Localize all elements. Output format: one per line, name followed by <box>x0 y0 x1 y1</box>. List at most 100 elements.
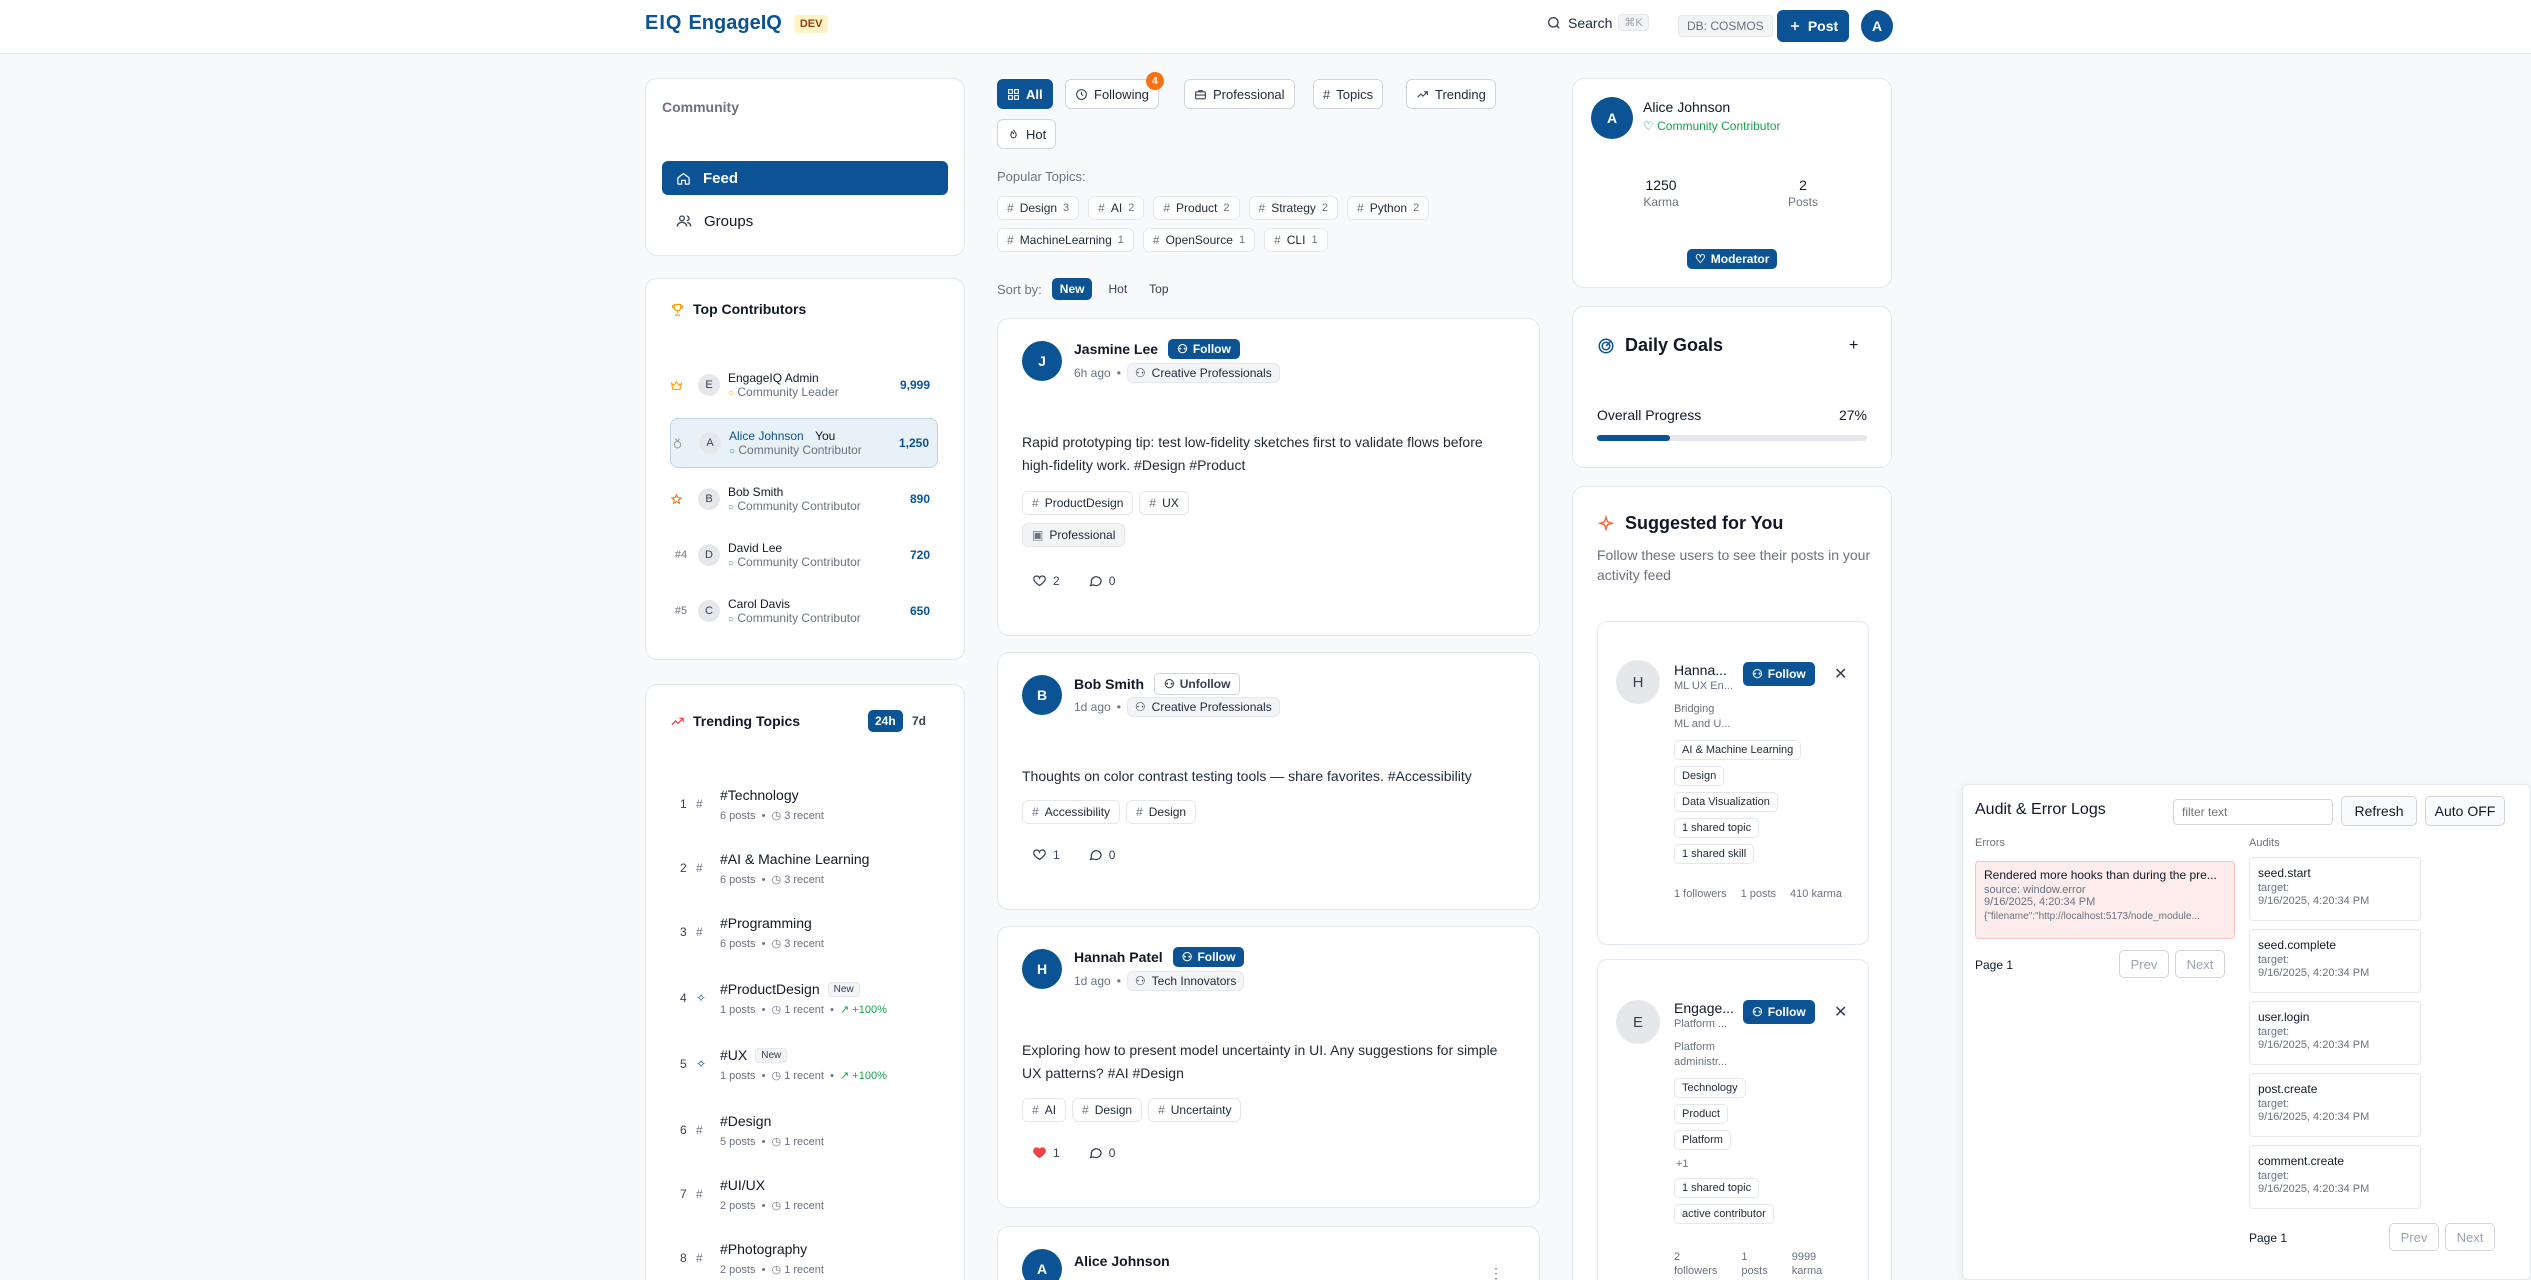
audit-filter-input[interactable] <box>2173 799 2333 825</box>
errors-prev-button[interactable]: Prev <box>2119 950 2169 978</box>
like-button[interactable]: 2 <box>1032 573 1060 588</box>
follow-button[interactable]: ⚇ Follow <box>1743 662 1815 686</box>
topic-chip[interactable]: # OpenSource 1 <box>1142 228 1256 252</box>
trending-item[interactable]: 7 # #UI/UX 2 posts • ◷ 1 recent <box>674 1171 954 1231</box>
audits-next-button[interactable]: Next <box>2445 1223 2495 1251</box>
follow-button[interactable]: ⚇ Follow <box>1168 339 1240 359</box>
contributor-role: Community Contributor <box>738 443 862 457</box>
trending-item[interactable]: 1 # #Technology 6 posts • ◷ 3 recent <box>674 781 954 841</box>
more-options-icon[interactable]: ⋮ <box>1489 1265 1503 1280</box>
topic-chip[interactable]: # MachineLearning 1 <box>997 228 1134 252</box>
group-chip[interactable]: ⚇ Tech Innovators <box>1126 971 1245 991</box>
trending-rank: 2 <box>680 861 687 875</box>
avatar[interactable]: B <box>1022 675 1062 715</box>
post-tag[interactable]: # Accessibility <box>1022 800 1121 824</box>
avatar[interactable]: H <box>1616 660 1660 704</box>
avatar[interactable]: H <box>1022 949 1062 989</box>
trending-item[interactable]: 3 # #Programming 6 posts • ◷ 3 recent <box>674 909 954 969</box>
post-tag[interactable]: # Design <box>1072 1098 1143 1122</box>
contributor-row[interactable]: B Bob Smith ○ Community Contributor 890 <box>670 474 938 524</box>
post-author[interactable]: Bob Smith <box>1074 676 1144 692</box>
contributor-name-wrap: Alice Johnson You <box>729 429 862 443</box>
tab-trending[interactable]: Trending <box>1406 79 1496 109</box>
avatar[interactable]: E <box>1616 1000 1660 1044</box>
sort-top-button[interactable]: Top <box>1143 278 1174 300</box>
post-author[interactable]: Hannah Patel <box>1074 949 1163 965</box>
tab-following[interactable]: Following 4 <box>1065 72 1164 109</box>
follow-button[interactable]: ⚇ Follow <box>1172 947 1245 967</box>
post-tag[interactable]: # Design <box>1126 800 1197 824</box>
tab-hot[interactable]: Hot <box>997 119 1057 149</box>
add-goal-button[interactable]: + <box>1849 337 1858 355</box>
topic-chip[interactable]: # Design 3 <box>997 196 1080 220</box>
comment-button[interactable]: 0 <box>1088 847 1115 862</box>
audit-entry[interactable]: post.create target: 9/16/2025, 4:20:34 PM <box>2249 1073 2421 1137</box>
tab-label: All <box>1026 86 1043 102</box>
post-tag[interactable]: # UX <box>1139 491 1189 515</box>
audit-entry[interactable]: comment.create target: 9/16/2025, 4:20:34 … <box>2249 1145 2421 1209</box>
avatar[interactable]: A <box>1591 97 1633 139</box>
topic-chip[interactable]: # AI 2 <box>1088 196 1145 220</box>
range-7d-button[interactable]: 7d <box>912 714 926 728</box>
contributor-row[interactable]: E EngageIQ Admin ○ Community Leader 9,99… <box>670 360 938 410</box>
new-post-button[interactable]: Post <box>1777 10 1849 42</box>
unfollow-button[interactable]: ⚇ Unfollow <box>1154 673 1241 695</box>
logo[interactable]: EIQ EngageIQ DEV <box>645 12 829 35</box>
tab-all[interactable]: All <box>997 79 1053 109</box>
audit-entry[interactable]: seed.complete target: 9/16/2025, 4:20:34 P… <box>2249 929 2421 993</box>
audits-prev-button[interactable]: Prev <box>2389 1223 2439 1251</box>
tab-professional[interactable]: Professional <box>1184 79 1295 109</box>
profile-name[interactable]: Alice Johnson <box>1643 99 1730 115</box>
post-tag[interactable]: # ProductDesign <box>1022 491 1134 515</box>
comment-button[interactable]: 0 <box>1088 573 1115 588</box>
refresh-button[interactable]: Refresh <box>2341 796 2417 826</box>
contributor-row[interactable]: #5 C Carol Davis ○ Community Contributor… <box>670 586 938 636</box>
post-tag[interactable]: # Uncertainty <box>1148 1098 1242 1122</box>
trending-item[interactable]: 5 ✧ #UX New 1 posts • ◷ 1 recent • ↗ +100% <box>674 1041 954 1101</box>
sort-new-button[interactable]: New <box>1051 278 1093 300</box>
suggested-name[interactable]: Engage... <box>1674 1000 1734 1016</box>
error-entry[interactable]: Rendered more hooks than during the pre.… <box>1975 861 2235 939</box>
topic-chip[interactable]: # CLI 1 <box>1264 228 1328 252</box>
post-author[interactable]: Alice Johnson <box>1074 1253 1170 1269</box>
audit-entry[interactable]: user.login target: 9/16/2025, 4:20:34 PM <box>2249 1001 2421 1065</box>
errors-next-button[interactable]: Next <box>2175 950 2225 978</box>
tab-label: Hot <box>1026 126 1047 142</box>
topic-chip[interactable]: # Python 2 <box>1347 196 1430 220</box>
like-button[interactable]: 1 <box>1032 1145 1060 1160</box>
db-tag: DB: COSMOS <box>1678 15 1773 37</box>
range-24h-button[interactable]: 24h <box>868 710 903 732</box>
trending-item[interactable]: 8 # #Photography 2 posts • ◷ 1 recent <box>674 1235 954 1280</box>
topic-chip[interactable]: # Strategy 2 <box>1248 196 1339 220</box>
follow-button[interactable]: ⚇ Follow <box>1743 1000 1815 1024</box>
suggested-name[interactable]: Hanna... <box>1674 662 1727 678</box>
dismiss-icon[interactable]: ✕ <box>1834 664 1847 684</box>
auto-refresh-toggle[interactable]: Auto OFF <box>2425 796 2505 826</box>
sort-hot-button[interactable]: Hot <box>1102 278 1133 300</box>
avatar[interactable]: A <box>1022 1249 1062 1280</box>
contributor-row[interactable]: #4 D David Lee ○ Community Contributor 7… <box>670 530 938 580</box>
contributor-row-current-user[interactable]: A Alice Johnson You ○ Community Contribu… <box>670 418 938 468</box>
trophy-icon <box>671 303 684 316</box>
group-chip[interactable]: ⚇ Creative Professionals <box>1126 363 1280 383</box>
sidebar-item-groups[interactable]: Groups <box>662 204 948 238</box>
search-button[interactable]: Search ⌘K <box>1546 14 1649 31</box>
sidebar-item-feed[interactable]: Feed <box>662 161 948 195</box>
trending-item[interactable]: 2 # #AI & Machine Learning 6 posts • ◷ 3 … <box>674 845 954 905</box>
group-chip[interactable]: ⚇ Creative Professionals <box>1126 697 1280 717</box>
trending-rank: 4 <box>680 991 687 1005</box>
post-tag[interactable]: # AI <box>1022 1098 1067 1122</box>
trending-item[interactable]: 4 ✧ #ProductDesign New 1 posts • ◷ 1 recen… <box>674 975 954 1035</box>
avatar[interactable]: J <box>1022 341 1062 381</box>
category-chip[interactable]: ▣ Professional <box>1022 523 1126 547</box>
topic-chip[interactable]: # Product 2 <box>1153 196 1240 220</box>
user-avatar[interactable]: A <box>1861 10 1893 42</box>
suggested-bio: Platform administr... <box>1674 1040 1727 1070</box>
trending-item[interactable]: 6 # #Design 5 posts • ◷ 1 recent <box>674 1107 954 1167</box>
like-button[interactable]: 1 <box>1032 847 1060 862</box>
audit-entry[interactable]: seed.start target: 9/16/2025, 4:20:34 PM <box>2249 857 2421 921</box>
dismiss-icon[interactable]: ✕ <box>1834 1002 1847 1022</box>
post-author[interactable]: Jasmine Lee <box>1074 341 1158 357</box>
comment-button[interactable]: 0 <box>1088 1145 1115 1160</box>
tab-topics[interactable]: # Topics <box>1313 79 1384 109</box>
